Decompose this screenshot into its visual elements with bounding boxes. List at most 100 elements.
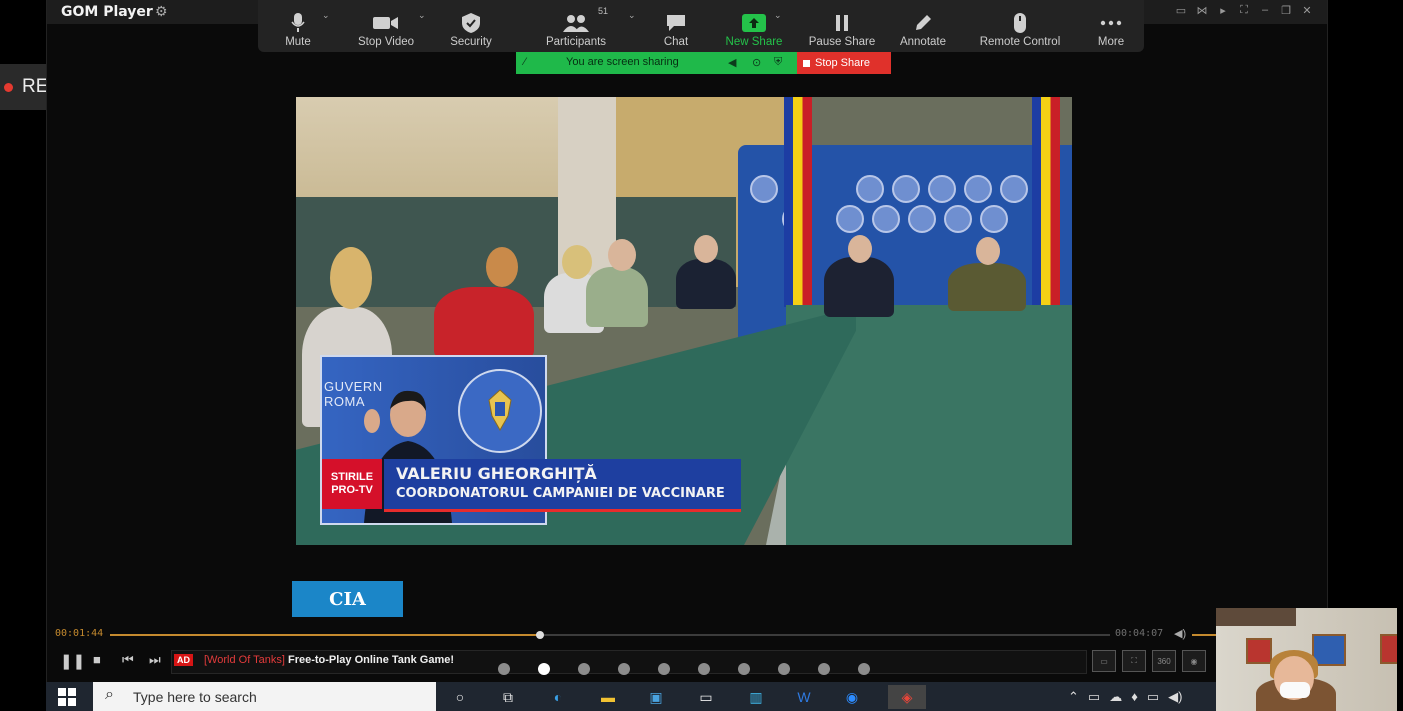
pin-icon[interactable]: ⋈ — [1196, 4, 1208, 17]
speaker-icon[interactable]: ◀ — [728, 56, 736, 69]
terminal-icon[interactable]: ▭ — [694, 685, 718, 709]
task-view-icon[interactable]: ⧉ — [496, 685, 520, 709]
chevron-down-icon[interactable]: ⌄ — [418, 10, 426, 21]
person — [948, 263, 1026, 311]
grip-icon[interactable]: ⁄ — [524, 56, 526, 68]
volume-icon[interactable]: ◀) — [1168, 689, 1182, 705]
gom-tools: ▭ ⛶ 360 ◉ — [1092, 650, 1206, 672]
flag-icon — [784, 97, 812, 307]
windows-start-icon[interactable] — [58, 688, 76, 706]
protv-text: PRO-TV — [331, 484, 373, 496]
chevron-down-icon[interactable]: ⌄ — [322, 10, 330, 21]
cloud-icon[interactable]: ☁ — [1109, 689, 1122, 705]
screen-ratio-icon[interactable]: ▭ — [1092, 650, 1116, 672]
screen-sharing-bar: ⁄ You are screen sharing ◀ ⊙ ⛨ Stop Shar… — [516, 52, 891, 74]
annotate-button[interactable]: Annotate — [884, 0, 962, 52]
minimize-icon[interactable]: – — [1259, 4, 1271, 17]
more-button[interactable]: More — [1078, 0, 1144, 52]
shield-icon — [462, 10, 480, 36]
fullscreen-icon[interactable]: ⛶ — [1122, 650, 1146, 672]
chevron-up-icon[interactable]: ⌃ — [1068, 689, 1079, 705]
close-icon[interactable]: ✕ — [1301, 4, 1313, 17]
whiteboard-icon[interactable]: W — [792, 685, 816, 709]
file-explorer-icon[interactable]: ▬ — [596, 685, 620, 709]
seal-icon — [964, 175, 992, 203]
page-dot[interactable] — [578, 663, 590, 675]
microphone-icon[interactable]: ♦ — [1131, 689, 1138, 705]
person — [824, 257, 894, 317]
page-dot[interactable] — [538, 663, 550, 675]
page-dot[interactable] — [698, 663, 710, 675]
government-emblem-icon — [458, 369, 542, 453]
stop-share-button[interactable]: Stop Share — [797, 52, 891, 74]
chat-button[interactable]: Chat — [644, 0, 708, 52]
vr-icon[interactable]: 360 — [1152, 650, 1176, 672]
seal-icon — [944, 205, 972, 233]
gear-icon[interactable]: ⚙ — [155, 3, 168, 20]
page-dot[interactable] — [738, 663, 750, 675]
pause-share-label: Pause Share — [808, 36, 876, 48]
edge-icon[interactable]: ◐ — [546, 685, 570, 709]
chevron-down-icon[interactable]: ⌄ — [628, 10, 636, 21]
camera-icon[interactable]: ◉ — [1182, 650, 1206, 672]
stop-icon[interactable]: ■ — [93, 652, 101, 667]
stirile-protv-logo: STIRILE PRO-TV — [322, 459, 382, 509]
meet-now-icon[interactable]: ▭ — [1088, 689, 1100, 705]
new-share-button[interactable]: ⌄ New Share — [708, 0, 800, 52]
volume-icon[interactable]: ◀) — [1174, 627, 1186, 640]
maximize-icon[interactable]: ❐ — [1280, 4, 1292, 17]
stop-share-label: Stop Share — [815, 57, 871, 69]
ad-badge: AD — [174, 654, 193, 666]
fullscreen-icon[interactable]: ⛶ — [1238, 4, 1250, 17]
taskbar-search[interactable]: ⌕ Type here to search — [93, 682, 436, 711]
share-arrow-icon — [742, 10, 766, 36]
search-icon: ⌕ — [105, 686, 114, 703]
person — [676, 259, 736, 309]
time-total: 00:04:07 — [1115, 628, 1164, 639]
ad-bracket: [World Of Tanks] — [204, 654, 285, 666]
next-icon[interactable]: ⏭ — [149, 652, 161, 668]
mute-label: Mute — [285, 36, 311, 48]
network-icon[interactable]: ▭ — [1147, 689, 1159, 705]
menu-icon[interactable]: ▭ — [1175, 4, 1187, 17]
cia-logo[interactable]: CIA — [292, 581, 403, 617]
page-dot[interactable] — [498, 663, 510, 675]
page-dot[interactable] — [778, 663, 790, 675]
system-tray: ⌃ ▭ ☁ ♦ ▭ ◀) — [1068, 689, 1182, 705]
page-dot[interactable] — [618, 663, 630, 675]
ad-text[interactable]: [World Of Tanks] Free-to-Play Online Tan… — [204, 654, 454, 666]
mute-button[interactable]: ⌄ Mute — [258, 0, 338, 52]
pause-share-button[interactable]: Pause Share — [800, 0, 884, 52]
gom-taskbar-icon[interactable]: ◈ — [888, 685, 926, 709]
zoom-icon[interactable]: ◉ — [840, 685, 864, 709]
picture-frame — [1246, 638, 1272, 664]
ad-body: Free-to-Play Online Tank Game! — [287, 654, 455, 666]
stop-video-button[interactable]: ⌄ Stop Video — [338, 0, 434, 52]
seek-track[interactable] — [110, 631, 1110, 639]
gom-window-controls: ▭ ⋈ ▸ ⛶ – ❐ ✕ — [1175, 4, 1313, 17]
shield-icon[interactable]: ⛨ — [774, 56, 782, 69]
participant-video-thumbnail[interactable] — [1216, 608, 1397, 711]
seal-icon — [1000, 175, 1028, 203]
seal-icon — [928, 175, 956, 203]
chevron-down-icon[interactable]: ⌄ — [774, 10, 782, 21]
remote-control-button[interactable]: Remote Control — [962, 0, 1078, 52]
pause-icon[interactable]: ❚❚ — [60, 652, 85, 670]
store-icon[interactable]: ▣ — [644, 685, 668, 709]
security-label: Security — [450, 36, 492, 48]
seek-handle[interactable] — [536, 631, 544, 639]
microphone-icon — [291, 10, 305, 36]
person-head — [330, 247, 372, 309]
participants-button[interactable]: 51 ⌄ Participants — [508, 0, 644, 52]
pencil-icon — [914, 10, 932, 36]
app-icon[interactable]: ▥ — [744, 685, 768, 709]
security-button[interactable]: Security — [434, 0, 508, 52]
page-dot[interactable] — [858, 663, 870, 675]
chat-icon — [666, 10, 686, 36]
previous-icon[interactable]: ⏮ — [122, 652, 134, 668]
page-dot[interactable] — [658, 663, 670, 675]
page-dot[interactable] — [818, 663, 830, 675]
cortana-icon[interactable]: ○ — [448, 685, 472, 709]
record-icon[interactable]: ⊙ — [752, 56, 761, 69]
play-mini-icon[interactable]: ▸ — [1217, 4, 1229, 17]
